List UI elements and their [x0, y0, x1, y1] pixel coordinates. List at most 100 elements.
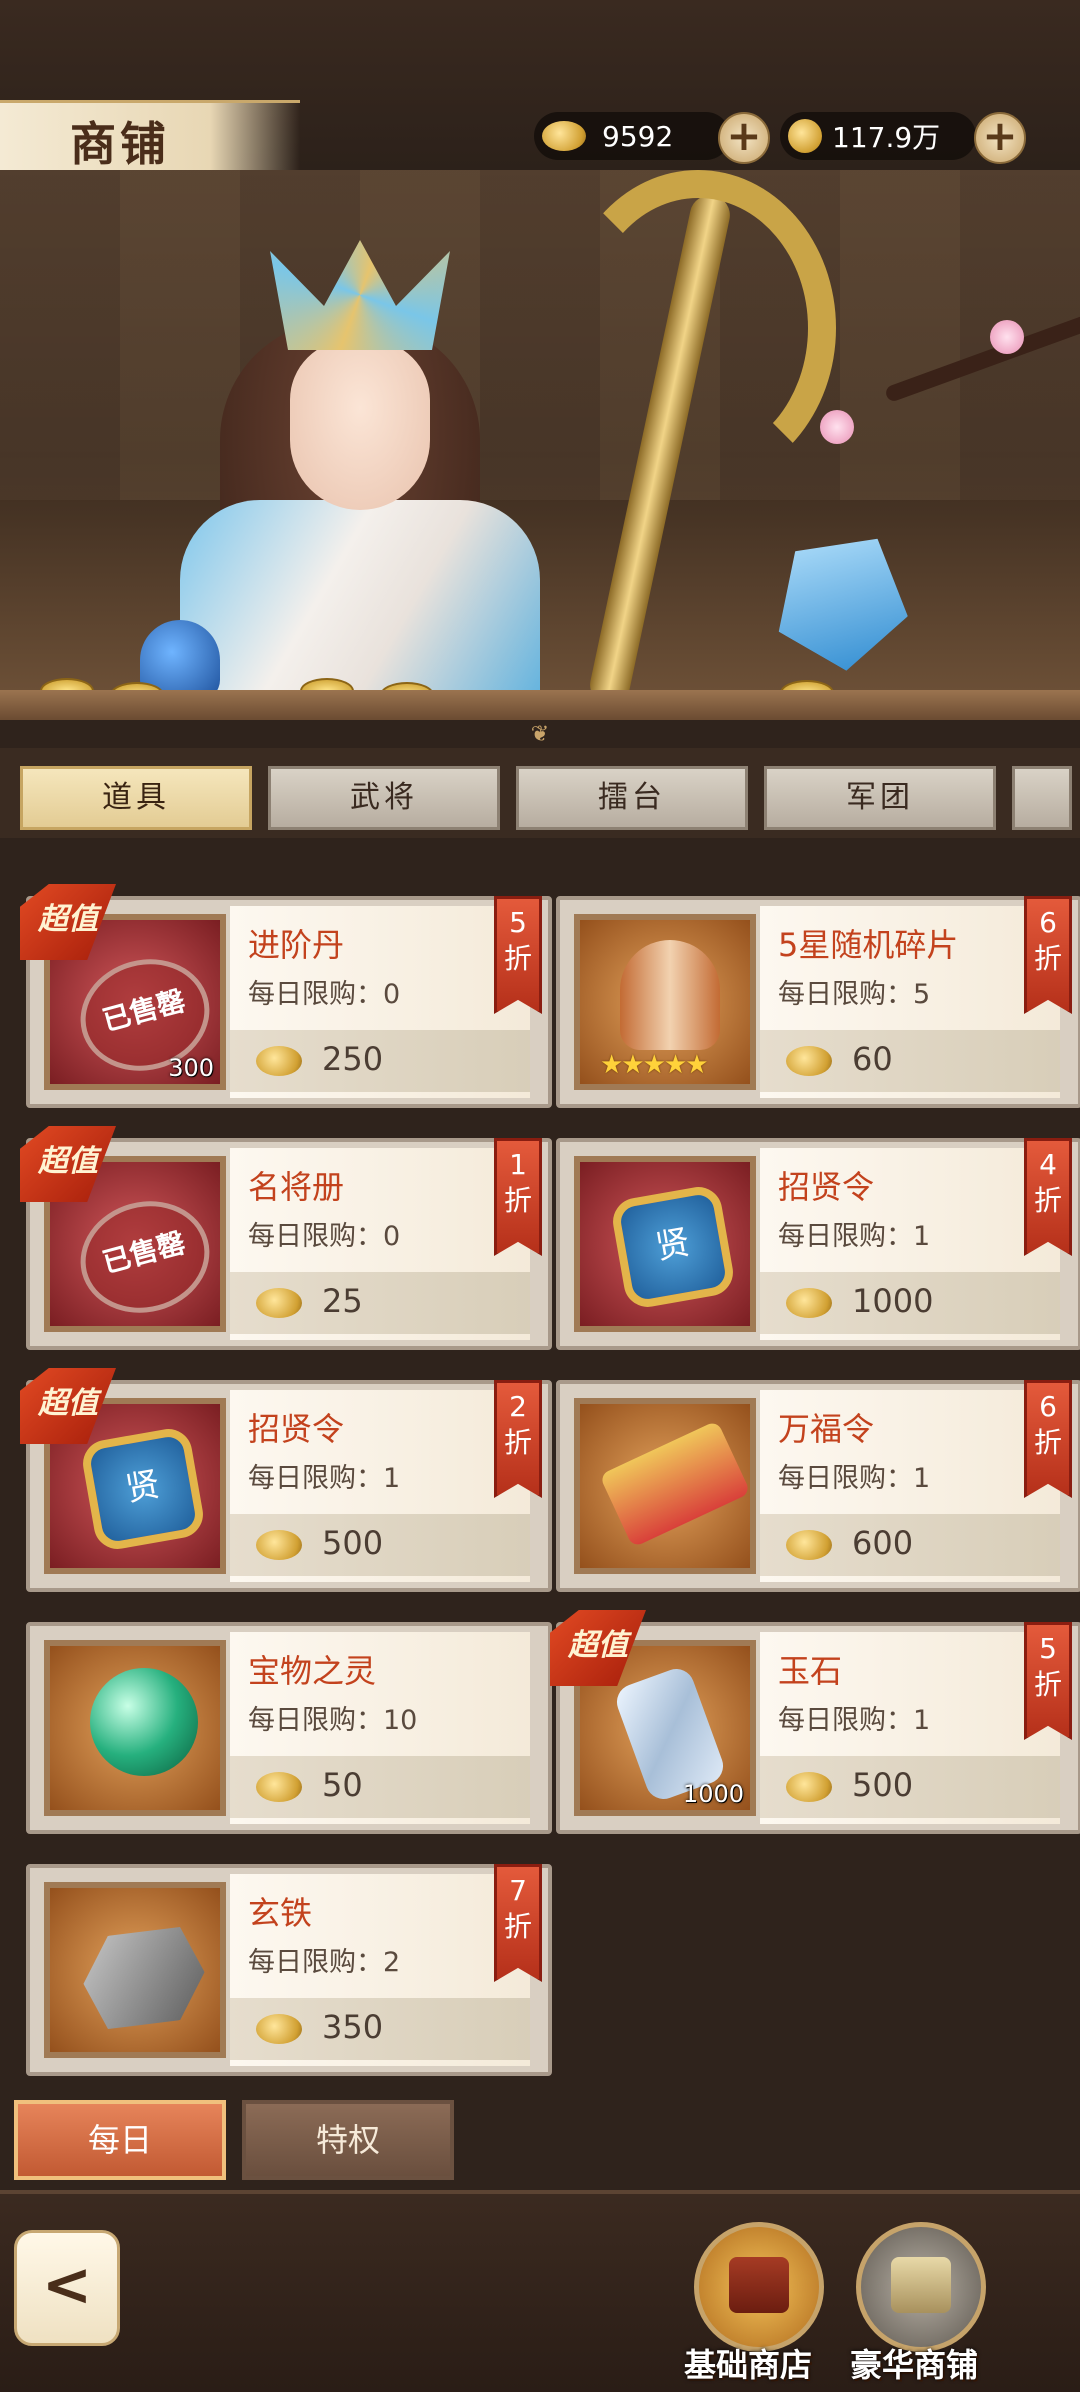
coin-amount: 117.9万: [832, 121, 941, 154]
add-coin-button[interactable]: +: [974, 112, 1026, 164]
item-thumbnail: [574, 1398, 756, 1574]
item-name: 玉石: [778, 1652, 843, 1690]
discount-ribbon: 1折: [494, 1138, 542, 1256]
gold-counter: 9592: [534, 112, 730, 160]
item-price: 250: [322, 1040, 384, 1078]
item-info: 万福令 每日限购：1 600: [760, 1390, 1060, 1582]
banner-ledge: [0, 690, 1080, 720]
gold-ingot-icon: [256, 1530, 302, 1560]
character-robe: [180, 500, 540, 690]
tab-privilege[interactable]: 特权: [242, 2100, 454, 2180]
item-name: 名将册: [248, 1168, 345, 1206]
page-title: 商铺: [70, 117, 170, 171]
treasure-pot: [140, 620, 220, 690]
daily-limit: 每日限购：2: [248, 1947, 401, 1978]
item-info: 玄铁 每日限购：2 350: [230, 1874, 530, 2066]
discount-ribbon: 5折: [494, 896, 542, 1014]
coin-counter: 117.9万: [780, 112, 976, 160]
price-row[interactable]: 250: [230, 1030, 530, 1092]
add-gold-button[interactable]: +: [718, 112, 770, 164]
item-price: 1000: [852, 1282, 934, 1320]
item-info: 5星随机碎片 每日限购：5 60: [760, 906, 1060, 1098]
tab-generals[interactable]: 武将: [268, 766, 500, 830]
tab-more[interactable]: [1012, 766, 1072, 830]
gold-ingot-icon: [256, 1772, 302, 1802]
discount-ribbon: 2折: [494, 1380, 542, 1498]
price-row[interactable]: 600: [760, 1514, 1060, 1576]
discount-ribbon: 7折: [494, 1864, 542, 1982]
gold-amount: 9592: [602, 119, 674, 153]
discount-ribbon: 5折: [1024, 1622, 1072, 1740]
luxury-shop-label[interactable]: 豪华商铺: [850, 2340, 978, 2386]
price-row[interactable]: 350: [230, 1998, 530, 2060]
shop-item-card[interactable]: 1000 玉石 每日限购：1 500 5折 超值: [550, 1610, 1080, 1834]
item-price: 500: [322, 1524, 384, 1562]
item-name: 招贤令: [248, 1410, 345, 1448]
discount-ribbon: 6折: [1024, 896, 1072, 1014]
tab-items[interactable]: 道具: [20, 766, 252, 830]
daily-limit: 每日限购：1: [248, 1463, 401, 1494]
item-info: 进阶丹 每日限购：0 250: [230, 906, 530, 1098]
item-name: 玄铁: [248, 1894, 313, 1932]
treasure-chest-icon: [729, 2257, 789, 2313]
blossom-flower: [990, 320, 1024, 354]
gold-ingot-icon: [256, 1046, 302, 1076]
back-button[interactable]: <: [14, 2230, 120, 2346]
shop-item-card[interactable]: 已售罄 名将册 每日限购：0 25 1折 超值: [20, 1126, 552, 1350]
character-face: [290, 340, 430, 510]
item-name: 进阶丹: [248, 926, 345, 964]
gold-ingot-icon: [542, 121, 586, 151]
item-price: 600: [852, 1524, 914, 1562]
shop-item-card[interactable]: ★★★★★ 5星随机碎片 每日限购：5 60 6折: [556, 896, 1080, 1108]
recruit-token-icon: 贤: [79, 1425, 207, 1553]
blossom-flower: [820, 410, 854, 444]
item-info: 招贤令 每日限购：1 500: [230, 1390, 530, 1582]
price-row[interactable]: 1000: [760, 1272, 1060, 1334]
item-info: 招贤令 每日限购：1 1000: [760, 1148, 1060, 1340]
gold-ingot-icon: [256, 1288, 302, 1318]
coin-decoration: [780, 680, 834, 690]
discount-ribbon: 4折: [1024, 1138, 1072, 1256]
price-row[interactable]: 50: [230, 1756, 530, 1818]
shop-item-card[interactable]: 贤 招贤令 每日限购：1 500 2折 超值: [20, 1368, 552, 1592]
luxury-shop-button[interactable]: [856, 2222, 986, 2352]
daily-limit: 每日限购：10: [248, 1705, 418, 1736]
gold-ingot-icon: [786, 1772, 832, 1802]
item-price: 50: [322, 1766, 363, 1804]
tab-arena[interactable]: 擂台: [516, 766, 748, 830]
shop-item-card[interactable]: 玄铁 每日限购：2 350 7折: [26, 1864, 552, 2076]
basic-shop-label[interactable]: 基础商店: [684, 2340, 812, 2386]
gold-ingot-icon: [786, 1046, 832, 1076]
item-price: 350: [322, 2008, 384, 2046]
recruit-token-icon: 贤: [609, 1183, 737, 1311]
blue-crystal: [756, 506, 934, 684]
price-row[interactable]: 500: [760, 1756, 1060, 1818]
iron-ore-icon: [73, 1914, 215, 2042]
price-row[interactable]: 500: [230, 1514, 530, 1576]
price-row[interactable]: 25: [230, 1272, 530, 1334]
copper-coin-icon: [788, 119, 822, 153]
item-info: 名将册 每日限购：0 25: [230, 1148, 530, 1340]
item-thumbnail: [44, 1882, 226, 2058]
basic-shop-button[interactable]: [694, 2222, 824, 2352]
luxury-chest-icon: [891, 2257, 951, 2313]
daily-limit: 每日限购：5: [778, 979, 931, 1010]
gold-ingot-icon: [786, 1288, 832, 1318]
coin-decoration: [40, 678, 94, 690]
staff-head: [560, 170, 836, 486]
banner-wall: [0, 170, 1080, 500]
daily-limit: 每日限购：0: [248, 1221, 401, 1252]
item-quantity: 300: [168, 1054, 214, 1082]
discount-ribbon: 6折: [1024, 1380, 1072, 1498]
item-name: 宝物之灵: [248, 1652, 377, 1690]
item-name: 万福令: [778, 1410, 875, 1448]
price-row[interactable]: 60: [760, 1030, 1060, 1092]
shop-item-card[interactable]: 贤 招贤令 每日限购：1 1000 4折: [556, 1138, 1080, 1350]
shop-item-card[interactable]: 万福令 每日限购：1 600 6折: [556, 1380, 1080, 1592]
orb-icon: [90, 1668, 198, 1776]
tab-daily[interactable]: 每日: [14, 2100, 226, 2180]
tab-legion[interactable]: 军团: [764, 766, 996, 830]
shop-item-card[interactable]: 宝物之灵 每日限购：10 50: [26, 1622, 552, 1834]
top-bar: 商铺 9592 + 117.9万 +: [0, 0, 1080, 176]
shop-item-card[interactable]: 已售罄 300 进阶丹 每日限购：0 250 5折 超值: [20, 884, 552, 1108]
